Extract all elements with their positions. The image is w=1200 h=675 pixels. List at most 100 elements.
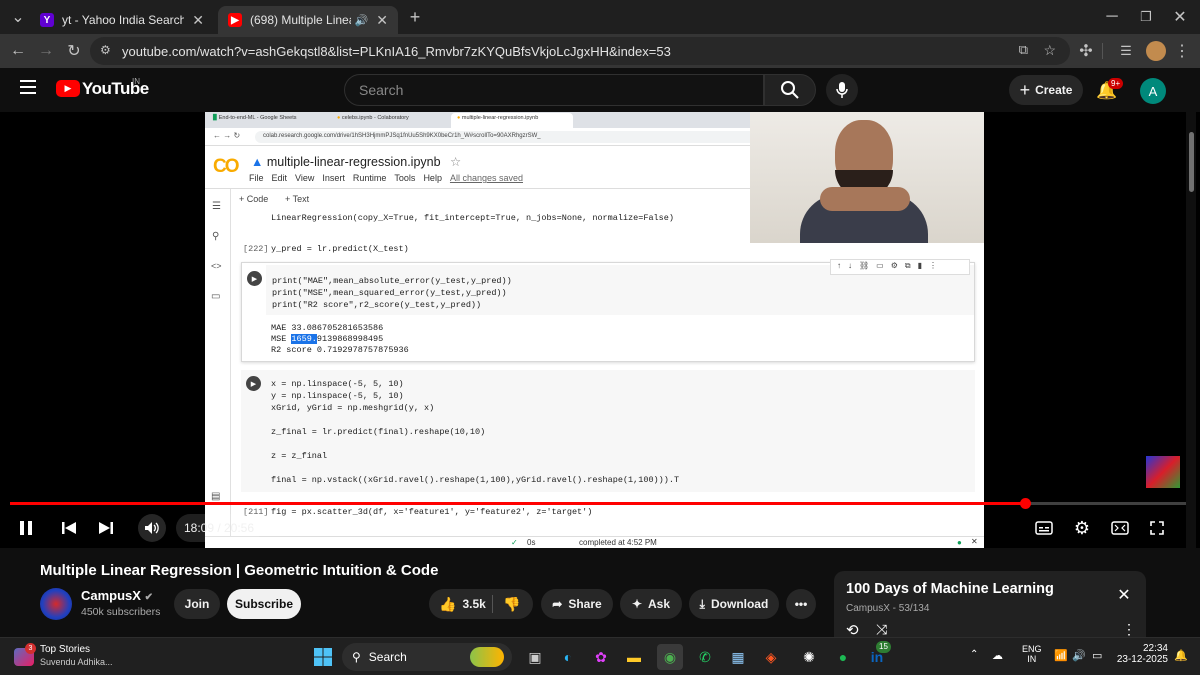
taskbar-search-label: Search <box>368 650 407 664</box>
tray-chevron-icon[interactable]: ⌃ <box>970 649 978 660</box>
reading-list-icon[interactable]: ☰ <box>1112 37 1140 65</box>
back-arrow-icon[interactable]: ← <box>4 37 32 65</box>
active-code-cell: ▶ print("MAE",mean_absolute_error(y_test… <box>241 262 975 362</box>
dislike-icon[interactable]: 👎 <box>503 596 520 613</box>
add-code-label: + Code <box>239 194 269 204</box>
spotify-icon[interactable]: ● <box>830 644 856 670</box>
page-scrollbar-track[interactable] <box>1186 112 1196 637</box>
copilot-icon[interactable]: ✿ <box>588 644 614 670</box>
cell-toolbar: ↑ ↓ ⛓ ▭ ⚙ ⧉ ▮ ⋮ <box>830 259 970 275</box>
edge-icon[interactable]: ◐ <box>555 644 581 670</box>
fullscreen-button[interactable] <box>1145 516 1169 540</box>
close-window-button[interactable]: ✕ <box>1166 3 1194 31</box>
playlist-menu-icon[interactable]: ⋮ <box>1122 621 1136 638</box>
settings-icon: ⚙ <box>890 261 898 270</box>
taskbar-search[interactable]: ⚲ Search <box>342 643 512 671</box>
volume-button[interactable] <box>138 514 166 542</box>
playlist-title[interactable]: 100 Days of Machine Learning <box>846 581 1054 597</box>
tab-search-chevron-icon[interactable]: ⌄ <box>4 3 32 31</box>
create-button[interactable]: + Create <box>1009 75 1083 105</box>
channel-avatar[interactable] <box>40 588 72 620</box>
next-button[interactable] <box>94 516 118 540</box>
brave-icon[interactable]: ◈ <box>758 644 784 670</box>
chrome-icon[interactable]: ◉ <box>657 644 683 670</box>
tab-yahoo[interactable]: Y yt - Yahoo India Search Results ✕ <box>30 6 214 34</box>
pause-button[interactable] <box>14 516 38 540</box>
close-icon: ✕ <box>971 537 978 546</box>
code-line: print("MSE",mean_squared_error(y_test,y_… <box>272 288 507 298</box>
menu-insert: Insert <box>322 173 345 183</box>
settings-gear-icon[interactable]: ⚙ <box>1070 516 1094 540</box>
new-tab-button[interactable]: + <box>401 3 429 31</box>
bookmark-star-icon[interactable]: ☆ <box>1043 42 1056 59</box>
extensions-icon[interactable]: ✣ <box>1072 37 1100 65</box>
site-info-icon[interactable]: ⚙ <box>100 43 111 57</box>
reload-icon[interactable]: ↻ <box>60 37 88 65</box>
minimize-button[interactable]: ─ <box>1098 3 1126 31</box>
profile-avatar[interactable] <box>1146 41 1166 61</box>
language-indicator[interactable]: ENG IN <box>1022 644 1042 664</box>
whatsapp-icon[interactable]: ✆ <box>692 644 718 670</box>
more-actions-button[interactable]: ••• <box>786 589 816 619</box>
divider <box>492 595 493 613</box>
address-bar[interactable]: ⚙ youtube.com/watch?v=ashGekqstl8&list=P… <box>90 37 1070 65</box>
subscribe-button[interactable]: Subscribe <box>227 589 301 619</box>
weather-icon[interactable]: ☁ <box>992 649 1003 662</box>
voice-search-button[interactable] <box>826 74 858 106</box>
windows-start-icon[interactable] <box>310 644 336 670</box>
pause-icon <box>20 521 32 535</box>
yahoo-icon: Y <box>40 13 54 27</box>
share-button[interactable]: ➦ Share <box>541 589 613 619</box>
notification-bell-icon[interactable]: 🔔 <box>1174 649 1188 662</box>
ask-button[interactable]: ✦ Ask <box>620 589 682 619</box>
url-text: youtube.com/watch?v=ashGekqstl8&list=PLK… <box>122 43 671 59</box>
speaker-icon[interactable]: 🔊 <box>355 14 369 27</box>
hamburger-menu-icon[interactable] <box>20 80 36 94</box>
progress-scrubber[interactable] <box>1019 498 1031 509</box>
forward-arrow-icon[interactable]: → <box>32 37 60 65</box>
share-label: Share <box>568 597 602 611</box>
speaker-icon[interactable]: 🔊 <box>1072 649 1086 662</box>
volume-icon <box>145 522 159 534</box>
subtitles-button[interactable] <box>1032 516 1056 540</box>
search-button[interactable] <box>764 74 816 106</box>
news-subtitle[interactable]: Suvendu Adhika... <box>40 657 113 667</box>
youtube-logo-icon[interactable]: ▶ <box>56 80 80 97</box>
news-title[interactable]: Top Stories <box>40 644 90 655</box>
mirror-icon: ⧉ <box>904 261 911 270</box>
channel-name-row[interactable]: CampusX ✔ <box>81 588 153 603</box>
cell-prompt: [222] <box>243 244 269 254</box>
divider <box>1102 43 1103 59</box>
join-button[interactable]: Join <box>174 589 220 619</box>
close-icon[interactable]: ✕ <box>376 12 388 29</box>
inner-tab-celebs: ● celebs.ipynb - Colaboratory <box>337 115 409 121</box>
page-scrollbar-thumb[interactable] <box>1189 132 1194 192</box>
inner-nav-icons: ← → ↻ <box>213 131 241 140</box>
tab-youtube[interactable]: ▶ (698) Multiple Linear Regre 🔊 ✕ <box>218 6 398 34</box>
star-icon: ☆ <box>450 155 462 169</box>
store-icon[interactable]: ▦ <box>725 644 751 670</box>
wifi-icon[interactable]: 📶 <box>1054 649 1068 662</box>
file-explorer-icon[interactable]: ▬ <box>621 644 647 670</box>
shuffle-icon[interactable]: ⤨ <box>876 621 887 638</box>
cell-code: fig = px.scatter_3d(df, x='feature1', y=… <box>271 507 593 517</box>
browser-menu-icon[interactable]: ⋮ <box>1168 37 1196 65</box>
like-icon[interactable]: 👍 <box>439 596 456 613</box>
theater-mode-button[interactable] <box>1108 516 1132 540</box>
clock[interactable]: 22:34 23-12-2025 <box>1112 643 1168 665</box>
chatgpt-icon[interactable]: ✺ <box>796 644 822 670</box>
account-avatar[interactable]: A <box>1140 78 1166 104</box>
search-input[interactable]: Search <box>344 74 764 106</box>
youtube-icon: ▶ <box>228 13 242 27</box>
close-icon[interactable]: ✕ <box>192 12 204 29</box>
task-view-icon[interactable]: ▣ <box>522 644 548 670</box>
add-text-label: + Text <box>285 194 310 204</box>
previous-button[interactable] <box>57 516 81 540</box>
restore-button[interactable]: ❐ <box>1132 3 1160 31</box>
install-icon[interactable]: ⧉ <box>1019 42 1028 58</box>
channel-watermark[interactable] <box>1146 456 1180 488</box>
video-frame: ▉ End-to-end-ML - Google Sheets ● celebs… <box>205 112 984 548</box>
battery-icon[interactable]: ▭ <box>1092 649 1102 662</box>
close-playlist-icon[interactable]: ✕ <box>1114 585 1134 605</box>
download-button[interactable]: ⤓ Download <box>689 589 779 619</box>
